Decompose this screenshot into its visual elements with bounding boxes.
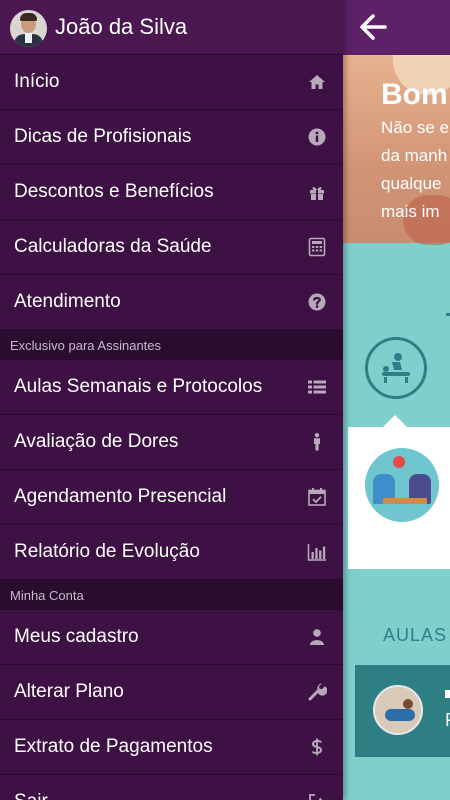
consultation-illustration	[365, 448, 439, 522]
person-icon	[314, 433, 320, 451]
info-icon	[308, 128, 326, 146]
massage-icon	[382, 353, 410, 383]
list-icon	[308, 380, 326, 394]
home-icon	[309, 75, 325, 89]
menu-item-alterar-plano[interactable]: Alterar Plano	[0, 665, 343, 720]
menu-item-atendimento[interactable]: Atendimento	[0, 275, 343, 330]
menu-item-extrato[interactable]: Extrato de Pagamentos	[0, 720, 343, 775]
avatar[interactable]	[10, 10, 47, 47]
menu-item-label: Alterar Plano	[14, 681, 124, 702]
section-title-fragment	[446, 313, 450, 316]
back-arrow-icon[interactable]	[355, 10, 389, 44]
menu-item-label: Atendimento	[14, 291, 121, 312]
section-label: Exclusivo para Assinantes	[10, 338, 162, 353]
hero-text-line: qualque	[381, 174, 442, 193]
question-icon	[308, 293, 326, 311]
hero-text-line: Não se e	[381, 118, 450, 137]
menu-item-label: Calculadoras da Saúde	[14, 236, 212, 257]
menu-item-label: Agendamento Presencial	[14, 486, 227, 507]
dollar-icon	[311, 738, 323, 756]
hero-text-line: mais im	[381, 202, 440, 221]
class-thumbnail	[373, 685, 423, 735]
menu-item-aulas[interactable]: Aulas Semanais e Protocolos	[0, 360, 343, 415]
navigation-drawer: João da Silva Início Dicas de Profisiona…	[0, 0, 343, 800]
menu-item-dicas[interactable]: Dicas de Profisionais	[0, 110, 343, 165]
menu-item-label: Descontos e Benefícios	[14, 181, 214, 202]
main-content: Bom Não se e da manh qualque mais im AUL…	[343, 0, 450, 800]
menu-item-agendamento[interactable]: Agendamento Presencial	[0, 470, 343, 525]
menu-item-label: Relatório de Evolução	[14, 541, 200, 562]
section-header-subscribers: Exclusivo para Assinantes	[0, 330, 343, 360]
menu-item-label: Dicas de Profisionais	[14, 126, 192, 147]
hero-title: Bom	[381, 78, 448, 111]
section-header-account: Minha Conta	[0, 580, 343, 610]
user-name: João da Silva	[55, 14, 188, 39]
class-subtitle-fragment: F	[445, 710, 450, 731]
class-title-fragment	[445, 690, 450, 698]
hero-text-line: da manh	[381, 146, 448, 165]
user-icon	[310, 629, 324, 645]
menu-item-avaliacao[interactable]: Avaliação de Dores	[0, 415, 343, 470]
menu-item-inicio[interactable]: Início	[0, 55, 343, 110]
wrench-icon	[308, 683, 327, 701]
section-label: Minha Conta	[10, 588, 84, 603]
menu-item-label: Meus cadastro	[14, 626, 139, 647]
menu-item-cadastro[interactable]: Meus cadastro	[0, 610, 343, 665]
menu-item-label: Aulas Semanais e Protocolos	[14, 376, 263, 397]
gift-icon	[310, 186, 324, 200]
menu-item-descontos[interactable]: Descontos e Benefícios	[0, 165, 343, 220]
menu-item-label: Sair	[14, 791, 48, 800]
menu-item-label: Início	[14, 71, 60, 92]
drawer-header: João da Silva	[0, 0, 343, 55]
menu-item-label: Extrato de Pagamentos	[14, 736, 213, 757]
aulas-section-title: AULAS	[383, 625, 448, 645]
calendar-check-icon	[308, 488, 326, 506]
app-topbar	[343, 0, 450, 55]
sign-out-icon	[309, 794, 323, 800]
service-massage-button[interactable]	[365, 337, 427, 399]
menu-item-sair[interactable]: Sair	[0, 775, 343, 800]
menu-item-relatorio[interactable]: Relatório de Evolução	[0, 525, 343, 580]
selection-pointer	[383, 415, 407, 427]
menu-item-label: Avaliação de Dores	[14, 431, 179, 452]
menu-item-calculadoras[interactable]: Calculadoras da Saúde	[0, 220, 343, 275]
calculator-icon	[308, 237, 326, 257]
bar-chart-icon	[307, 544, 326, 561]
